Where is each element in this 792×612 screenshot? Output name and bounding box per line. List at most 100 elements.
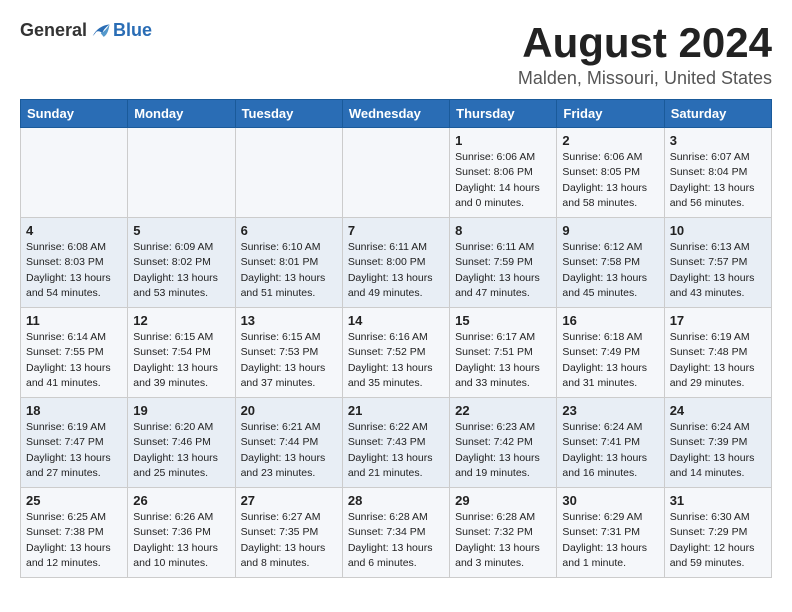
- day-number: 12: [133, 313, 229, 328]
- day-number: 27: [241, 493, 337, 508]
- calendar-cell: 12 Sunrise: 6:15 AMSunset: 7:54 PMDayligh…: [128, 308, 235, 398]
- page-header: General Blue August 2024 Malden, Missour…: [20, 20, 772, 89]
- day-content: Sunrise: 6:13 AMSunset: 7:57 PMDaylight:…: [670, 240, 766, 301]
- calendar-table: SundayMondayTuesdayWednesdayThursdayFrid…: [20, 99, 772, 578]
- calendar-cell: [128, 128, 235, 218]
- logo-bird-icon: [89, 22, 111, 40]
- day-number: 10: [670, 223, 766, 238]
- calendar-cell: 9 Sunrise: 6:12 AMSunset: 7:58 PMDaylight…: [557, 218, 664, 308]
- day-number: 17: [670, 313, 766, 328]
- day-content: Sunrise: 6:17 AMSunset: 7:51 PMDaylight:…: [455, 330, 551, 391]
- logo-general: General: [20, 20, 87, 41]
- day-content: Sunrise: 6:11 AMSunset: 7:59 PMDaylight:…: [455, 240, 551, 301]
- day-number: 4: [26, 223, 122, 238]
- week-row-5: 25 Sunrise: 6:25 AMSunset: 7:38 PMDayligh…: [21, 488, 772, 578]
- day-content: Sunrise: 6:14 AMSunset: 7:55 PMDaylight:…: [26, 330, 122, 391]
- day-number: 25: [26, 493, 122, 508]
- day-number: 3: [670, 133, 766, 148]
- logo-blue: Blue: [113, 20, 152, 41]
- weekday-header-monday: Monday: [128, 100, 235, 128]
- day-number: 22: [455, 403, 551, 418]
- calendar-cell: 10 Sunrise: 6:13 AMSunset: 7:57 PMDayligh…: [664, 218, 771, 308]
- calendar-cell: 22 Sunrise: 6:23 AMSunset: 7:42 PMDayligh…: [450, 398, 557, 488]
- weekday-header-sunday: Sunday: [21, 100, 128, 128]
- calendar-cell: 5Sunrise: 6:09 AMSunset: 8:02 PMDaylight…: [128, 218, 235, 308]
- weekday-header-saturday: Saturday: [664, 100, 771, 128]
- day-content: Sunrise: 6:06 AMSunset: 8:05 PMDaylight:…: [562, 150, 658, 211]
- weekday-header-thursday: Thursday: [450, 100, 557, 128]
- day-number: 14: [348, 313, 444, 328]
- day-content: Sunrise: 6:28 AMSunset: 7:34 PMDaylight:…: [348, 510, 444, 571]
- calendar-cell: 11 Sunrise: 6:14 AMSunset: 7:55 PMDayligh…: [21, 308, 128, 398]
- calendar-cell: 17 Sunrise: 6:19 AMSunset: 7:48 PMDayligh…: [664, 308, 771, 398]
- day-number: 21: [348, 403, 444, 418]
- day-content: Sunrise: 6:07 AMSunset: 8:04 PMDaylight:…: [670, 150, 766, 211]
- calendar-cell: 27Sunrise: 6:27 AMSunset: 7:35 PMDayligh…: [235, 488, 342, 578]
- weekday-header-row: SundayMondayTuesdayWednesdayThursdayFrid…: [21, 100, 772, 128]
- day-number: 11: [26, 313, 122, 328]
- calendar-cell: 20 Sunrise: 6:21 AMSunset: 7:44 PMDayligh…: [235, 398, 342, 488]
- calendar-cell: 8 Sunrise: 6:11 AMSunset: 7:59 PMDaylight…: [450, 218, 557, 308]
- calendar-cell: 28 Sunrise: 6:28 AMSunset: 7:34 PMDayligh…: [342, 488, 449, 578]
- weekday-header-wednesday: Wednesday: [342, 100, 449, 128]
- calendar-cell: 21 Sunrise: 6:22 AMSunset: 7:43 PMDayligh…: [342, 398, 449, 488]
- calendar-cell: 19 Sunrise: 6:20 AMSunset: 7:46 PMDayligh…: [128, 398, 235, 488]
- calendar-cell: 16Sunrise: 6:18 AMSunset: 7:49 PMDayligh…: [557, 308, 664, 398]
- day-content: Sunrise: 6:26 AMSunset: 7:36 PMDaylight:…: [133, 510, 229, 571]
- day-content: Sunrise: 6:24 AMSunset: 7:39 PMDaylight:…: [670, 420, 766, 481]
- calendar-cell: 26Sunrise: 6:26 AMSunset: 7:36 PMDayligh…: [128, 488, 235, 578]
- week-row-1: 1Sunrise: 6:06 AMSunset: 8:06 PMDaylight…: [21, 128, 772, 218]
- day-number: 8: [455, 223, 551, 238]
- calendar-cell: [235, 128, 342, 218]
- logo: General Blue: [20, 20, 152, 41]
- day-number: 28: [348, 493, 444, 508]
- day-content: Sunrise: 6:20 AMSunset: 7:46 PMDaylight:…: [133, 420, 229, 481]
- calendar-cell: [21, 128, 128, 218]
- day-content: Sunrise: 6:15 AMSunset: 7:54 PMDaylight:…: [133, 330, 229, 391]
- weekday-header-tuesday: Tuesday: [235, 100, 342, 128]
- day-content: Sunrise: 6:25 AMSunset: 7:38 PMDaylight:…: [26, 510, 122, 571]
- day-number: 24: [670, 403, 766, 418]
- weekday-header-friday: Friday: [557, 100, 664, 128]
- day-number: 9: [562, 223, 658, 238]
- calendar-cell: 4 Sunrise: 6:08 AMSunset: 8:03 PMDaylight…: [21, 218, 128, 308]
- calendar-cell: 15Sunrise: 6:17 AMSunset: 7:51 PMDayligh…: [450, 308, 557, 398]
- day-content: Sunrise: 6:30 AMSunset: 7:29 PMDaylight:…: [670, 510, 766, 571]
- day-content: Sunrise: 6:22 AMSunset: 7:43 PMDaylight:…: [348, 420, 444, 481]
- day-content: Sunrise: 6:19 AMSunset: 7:48 PMDaylight:…: [670, 330, 766, 391]
- calendar-cell: 25 Sunrise: 6:25 AMSunset: 7:38 PMDayligh…: [21, 488, 128, 578]
- day-number: 23: [562, 403, 658, 418]
- calendar-cell: 3 Sunrise: 6:07 AMSunset: 8:04 PMDaylight…: [664, 128, 771, 218]
- day-content: Sunrise: 6:12 AMSunset: 7:58 PMDaylight:…: [562, 240, 658, 301]
- day-content: Sunrise: 6:24 AMSunset: 7:41 PMDaylight:…: [562, 420, 658, 481]
- calendar-cell: [342, 128, 449, 218]
- calendar-cell: 6 Sunrise: 6:10 AMSunset: 8:01 PMDaylight…: [235, 218, 342, 308]
- day-number: 5: [133, 223, 229, 238]
- day-number: 30: [562, 493, 658, 508]
- week-row-3: 11 Sunrise: 6:14 AMSunset: 7:55 PMDayligh…: [21, 308, 772, 398]
- day-number: 18: [26, 403, 122, 418]
- location-title: Malden, Missouri, United States: [518, 68, 772, 89]
- day-content: Sunrise: 6:10 AMSunset: 8:01 PMDaylight:…: [241, 240, 337, 301]
- calendar-cell: 23 Sunrise: 6:24 AMSunset: 7:41 PMDayligh…: [557, 398, 664, 488]
- day-content: Sunrise: 6:21 AMSunset: 7:44 PMDaylight:…: [241, 420, 337, 481]
- day-content: Sunrise: 6:15 AMSunset: 7:53 PMDaylight:…: [241, 330, 337, 391]
- day-content: Sunrise: 6:11 AMSunset: 8:00 PMDaylight:…: [348, 240, 444, 301]
- day-number: 20: [241, 403, 337, 418]
- day-number: 19: [133, 403, 229, 418]
- week-row-2: 4 Sunrise: 6:08 AMSunset: 8:03 PMDaylight…: [21, 218, 772, 308]
- calendar-cell: 18Sunrise: 6:19 AMSunset: 7:47 PMDayligh…: [21, 398, 128, 488]
- week-row-4: 18Sunrise: 6:19 AMSunset: 7:47 PMDayligh…: [21, 398, 772, 488]
- calendar-cell: 14Sunrise: 6:16 AMSunset: 7:52 PMDayligh…: [342, 308, 449, 398]
- calendar-cell: 29Sunrise: 6:28 AMSunset: 7:32 PMDayligh…: [450, 488, 557, 578]
- day-content: Sunrise: 6:08 AMSunset: 8:03 PMDaylight:…: [26, 240, 122, 301]
- calendar-cell: 1Sunrise: 6:06 AMSunset: 8:06 PMDaylight…: [450, 128, 557, 218]
- day-number: 7: [348, 223, 444, 238]
- calendar-cell: 30Sunrise: 6:29 AMSunset: 7:31 PMDayligh…: [557, 488, 664, 578]
- day-content: Sunrise: 6:23 AMSunset: 7:42 PMDaylight:…: [455, 420, 551, 481]
- month-title: August 2024: [518, 20, 772, 66]
- calendar-cell: 2Sunrise: 6:06 AMSunset: 8:05 PMDaylight…: [557, 128, 664, 218]
- day-content: Sunrise: 6:18 AMSunset: 7:49 PMDaylight:…: [562, 330, 658, 391]
- day-number: 6: [241, 223, 337, 238]
- calendar-cell: 24 Sunrise: 6:24 AMSunset: 7:39 PMDayligh…: [664, 398, 771, 488]
